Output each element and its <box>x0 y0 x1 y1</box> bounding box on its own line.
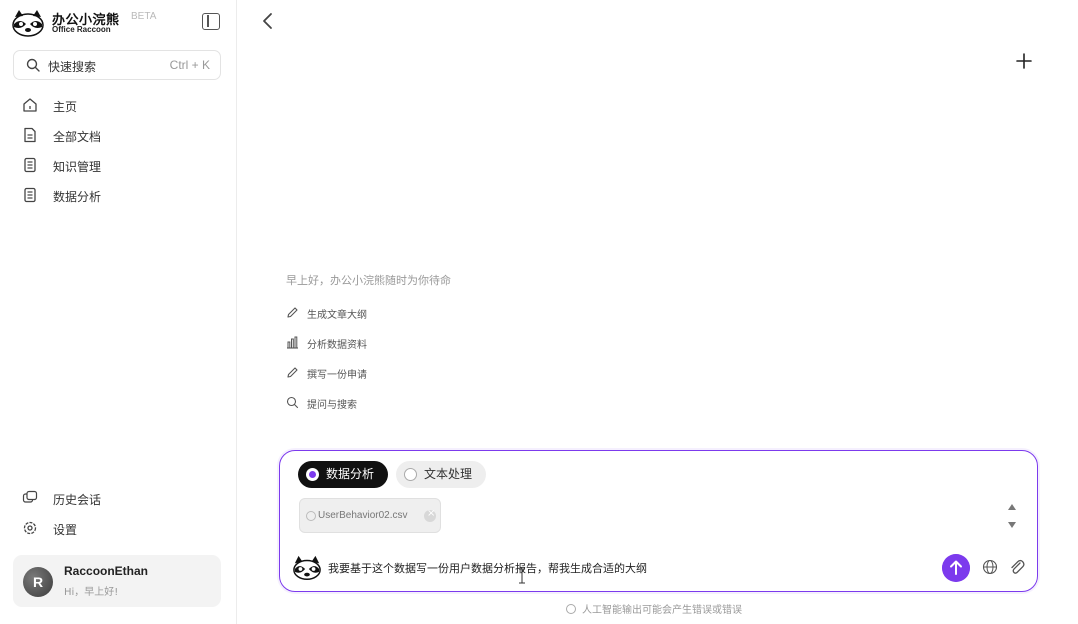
sidebar-item-label: 全部文档 <box>53 130 102 144</box>
sidebar-item-history[interactable]: 历史会话 <box>0 483 236 513</box>
sidebar-item-label: 设置 <box>53 523 78 537</box>
suggestion-label: 撰写一份申请 <box>307 370 367 381</box>
sidebar-nav: 主页 全部文档 知识管理 数据分析 <box>0 90 236 210</box>
attachment-filename: UserBehavior02.csv <box>318 510 408 521</box>
radio-unselected-icon <box>404 468 418 481</box>
user-profile-card[interactable]: R RaccoonEthan Hi，早上好! <box>13 555 221 607</box>
sidebar-item-home[interactable]: 主页 <box>0 90 236 120</box>
search-shortcut: Ctrl + K <box>169 58 210 72</box>
ai-disclaimer: 人工智能输出可能会产生错误或错误 <box>566 601 742 616</box>
mode-tab-label: 数据分析 <box>326 467 375 481</box>
home-icon <box>23 98 37 112</box>
suggestion-label: 提问与搜索 <box>307 400 357 411</box>
sidebar: 办公小浣熊 BETA Office Raccoon 快速搜索 Ctrl + K … <box>0 0 237 624</box>
scroll-arrows-icon[interactable] <box>1006 501 1018 531</box>
disclaimer-text: 人工智能输出可能会产生错误或错误 <box>582 605 742 616</box>
sidebar-item-label: 主页 <box>53 100 78 114</box>
bar-chart-icon <box>287 336 298 349</box>
attachment-chip[interactable]: UserBehavior02.csv <box>299 498 441 533</box>
send-button[interactable] <box>942 554 970 582</box>
welcome-greeting: 早上好，办公小浣熊随时为你待命 <box>286 274 451 287</box>
raccoon-logo <box>12 10 44 37</box>
app-root: 办公小浣熊 BETA Office Raccoon 快速搜索 Ctrl + K … <box>0 0 1078 624</box>
search-input[interactable]: 快速搜索 Ctrl + K <box>13 50 221 80</box>
sidebar-item-settings[interactable]: 设置 <box>0 513 236 543</box>
suggestion-label: 生成文章大纲 <box>307 310 367 321</box>
pencil-icon <box>287 307 298 318</box>
chat-history-icon <box>22 490 38 503</box>
pencil-icon <box>287 367 298 378</box>
sidebar-bottom-nav: 历史会话 设置 <box>0 483 236 543</box>
info-icon <box>566 604 576 614</box>
user-greeting: Hi，早上好! <box>64 587 119 598</box>
paperclip-icon[interactable] <box>1009 558 1025 576</box>
mode-tab-text-processing[interactable]: 文本处理 <box>396 461 487 488</box>
globe-icon[interactable] <box>982 559 998 575</box>
chat-composer: 数据分析 文本处理 UserBehavior02.csv 我 <box>279 450 1038 592</box>
mode-tab-label: 文本处理 <box>424 467 473 481</box>
raccoon-mascot-icon <box>293 555 321 580</box>
loading-spinner-icon <box>306 511 316 521</box>
gear-icon <box>23 521 37 535</box>
mode-tabs: 数据分析 文本处理 <box>298 461 487 488</box>
avatar: R <box>23 567 53 597</box>
document-icon <box>24 127 36 143</box>
sidebar-item-data-analysis[interactable]: 数据分析 <box>0 180 236 210</box>
suggestion-label: 分析数据资料 <box>307 340 367 351</box>
sidebar-item-label: 历史会话 <box>53 493 102 507</box>
user-name: RaccoonEthan <box>64 564 149 578</box>
sidebar-item-all-documents[interactable]: 全部文档 <box>0 120 236 150</box>
search-icon <box>286 396 299 409</box>
sidebar-item-label: 知识管理 <box>53 160 102 174</box>
sidebar-item-label: 数据分析 <box>53 190 102 204</box>
beta-badge: BETA <box>131 11 157 22</box>
chevron-left-icon[interactable] <box>260 12 276 30</box>
mode-tab-data-analysis[interactable]: 数据分析 <box>298 461 389 488</box>
sidebar-toggle-icon[interactable] <box>202 13 220 30</box>
sidebar-item-knowledge[interactable]: 知识管理 <box>0 150 236 180</box>
search-label: 快速搜索 <box>48 60 97 74</box>
text-cursor-icon <box>519 568 525 584</box>
radio-selected-icon <box>306 468 319 481</box>
search-icon <box>26 58 40 72</box>
remove-attachment-icon[interactable] <box>424 508 436 522</box>
new-chat-plus-icon[interactable] <box>1015 52 1033 70</box>
chat-input[interactable]: 我要基于这个数据写一份用户数据分析报告，帮我生成合适的大纲 <box>328 560 647 576</box>
chart-doc-icon <box>24 187 36 203</box>
book-icon <box>24 157 36 173</box>
brand-subtitle: Office Raccoon <box>52 25 111 34</box>
